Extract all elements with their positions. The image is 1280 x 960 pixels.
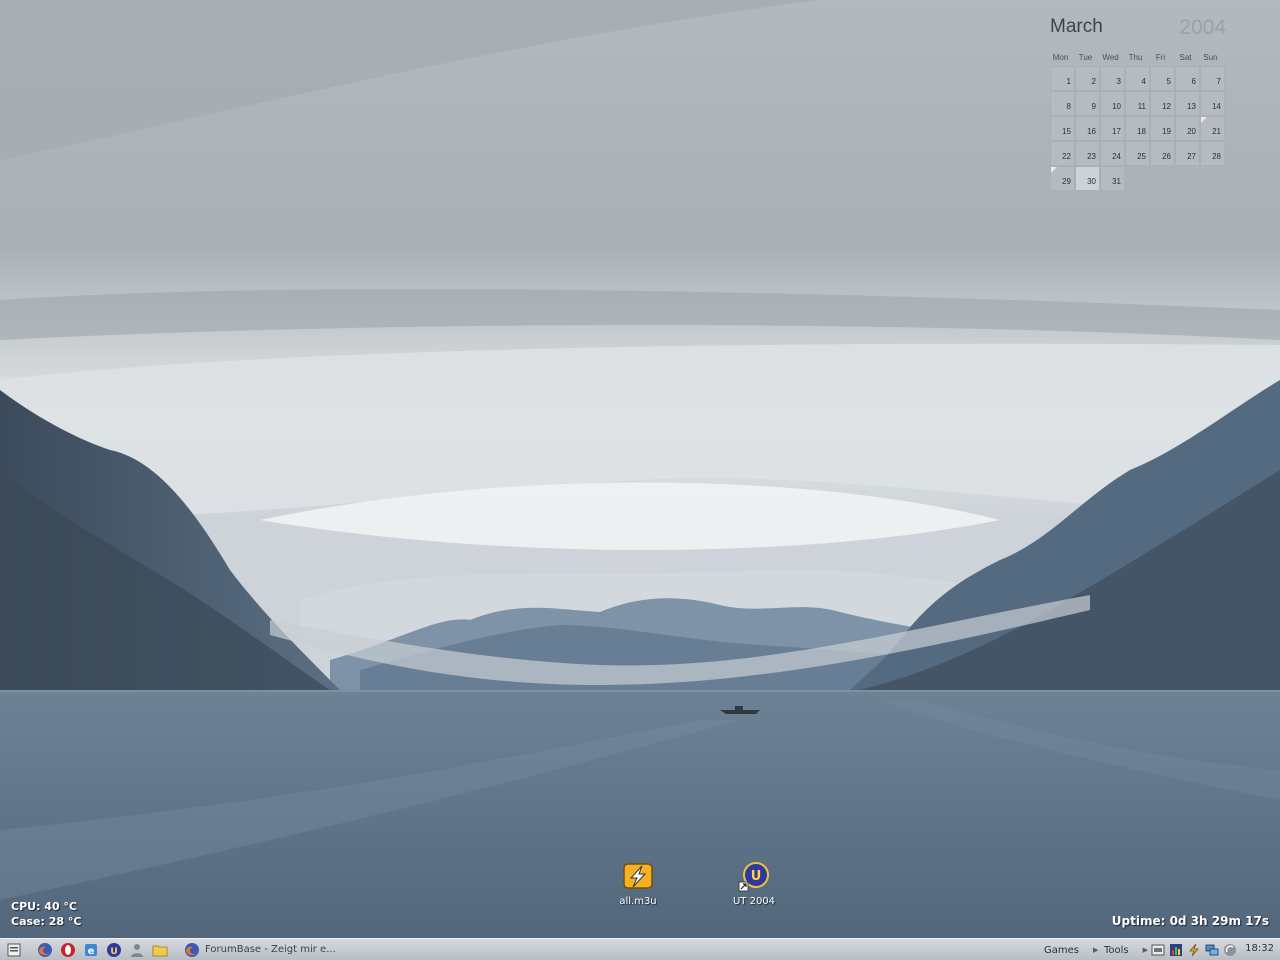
calendar-day[interactable]: 3 (1100, 66, 1125, 91)
desktop-icon-ut-2004[interactable]: U UT 2004 (714, 858, 794, 907)
calendar-day[interactable]: 18 (1125, 116, 1150, 141)
calendar-day-grid: 1 2 3 4 5 6 7 8 9 10 11 12 13 14 15 16 17 18 19 20 21 22 23 24 2… (1050, 66, 1225, 191)
desktop-icon-all-m3u[interactable]: all.m3u (598, 858, 678, 907)
calendar-weekday-header: Mon Tue Wed Thu Fri Sat Sun (1048, 53, 1228, 62)
firefox-icon[interactable] (36, 941, 54, 959)
calendar-day[interactable]: 6 (1175, 66, 1200, 91)
calendar-day[interactable]: 13 (1175, 91, 1200, 116)
svg-text:U: U (110, 947, 117, 957)
weekday-label: Sun (1203, 53, 1218, 62)
calendar-day[interactable]: 7 (1200, 66, 1225, 91)
folder-icon[interactable] (151, 941, 169, 959)
start-button[interactable] (4, 941, 24, 959)
calendar-day[interactable]: 31 (1100, 166, 1125, 191)
winamp-icon[interactable] (1186, 942, 1202, 958)
calendar-day[interactable]: 1 (1050, 66, 1075, 91)
calendar-day[interactable]: 4 (1125, 66, 1150, 91)
calendar-day[interactable]: 28 (1200, 141, 1225, 166)
calendar-month: March (1050, 16, 1103, 37)
case-temperature: Case: 28 °C (11, 915, 82, 928)
calendar-day[interactable]: 20 (1175, 116, 1200, 141)
calendar-day[interactable]: 29 (1050, 166, 1075, 191)
unreal-icon[interactable]: U (105, 941, 123, 959)
weekday-label: Mon (1052, 53, 1069, 62)
menu-games[interactable]: Games ▶ (1044, 941, 1098, 959)
arrow-right-icon: ▶ (1142, 946, 1149, 954)
weekday-label: Fri (1155, 53, 1166, 62)
desktop-icon-label: UT 2004 (732, 896, 776, 907)
calendar-day[interactable]: 15 (1050, 116, 1075, 141)
calendar-year: 2004 (1179, 16, 1226, 39)
unreal-tournament-shortcut-icon: U (736, 858, 772, 894)
winamp-playlist-icon (620, 858, 656, 894)
taskbar-clock[interactable]: 18:32 (1245, 943, 1274, 954)
start-menu-icon (7, 943, 21, 957)
menu-tools[interactable]: Tools ▶ (1104, 941, 1148, 959)
meter-icon[interactable] (1168, 942, 1184, 958)
taskbar-task-forumbase[interactable]: ForumBase - Zeigt mir e... (184, 940, 356, 959)
calendar-day[interactable]: 8 (1050, 91, 1075, 116)
task-title: ForumBase - Zeigt mir e... (205, 944, 336, 955)
weekday-label: Tue (1078, 53, 1093, 62)
calendar-day[interactable]: 21 (1200, 116, 1225, 141)
calendar-day[interactable]: 26 (1150, 141, 1175, 166)
uptime-readout: Uptime: 0d 3h 29m 17s (1111, 914, 1269, 928)
calendar-day[interactable]: 17 (1100, 116, 1125, 141)
calendar-day[interactable]: 9 (1075, 91, 1100, 116)
menu-label: Tools (1104, 944, 1129, 956)
arrow-right-icon: ▶ (1092, 946, 1099, 954)
display-icon[interactable] (1204, 942, 1220, 958)
calendar-day[interactable]: 14 (1200, 91, 1225, 116)
weekday-label: Wed (1102, 53, 1119, 62)
user-icon[interactable] (128, 941, 146, 959)
calendar-day[interactable]: 22 (1050, 141, 1075, 166)
calendar-day[interactable]: 27 (1175, 141, 1200, 166)
calendar-day[interactable]: 23 (1075, 141, 1100, 166)
weekday-label: Thu (1128, 53, 1143, 62)
network-icon[interactable] (1150, 942, 1166, 958)
internet-explorer-icon[interactable]: e (82, 941, 100, 959)
desktop-icon-label: all.m3u (619, 896, 657, 907)
calendar-day[interactable]: 10 (1100, 91, 1125, 116)
calendar-day[interactable]: 12 (1150, 91, 1175, 116)
calendar-day[interactable]: 16 (1075, 116, 1100, 141)
opera-icon[interactable] (59, 941, 77, 959)
calendar-day[interactable]: 2 (1075, 66, 1100, 91)
cpu-temperature: CPU: 40 °C (11, 900, 78, 913)
svg-text:U: U (751, 869, 762, 884)
quick-launch-bar: e U (36, 941, 169, 959)
system-tray (1150, 941, 1238, 959)
calendar-day[interactable]: 24 (1100, 141, 1125, 166)
svg-text:e: e (88, 946, 95, 957)
calendar-day[interactable]: 11 (1125, 91, 1150, 116)
menu-label: Games (1044, 944, 1079, 956)
volume-icon[interactable] (1222, 942, 1238, 958)
firefox-icon (185, 942, 199, 957)
calendar-day[interactable]: 5 (1150, 66, 1175, 91)
calendar-day[interactable]: 30 (1075, 166, 1100, 191)
calendar-day[interactable]: 25 (1125, 141, 1150, 166)
temperature-readout: CPU: 40 °C Case: 28 °C (11, 899, 81, 929)
weekday-label: Sat (1179, 53, 1192, 62)
calendar-day[interactable]: 19 (1150, 116, 1175, 141)
taskbar: e U ForumBase - Zeigt mir e... Games ▶ T… (0, 938, 1280, 960)
